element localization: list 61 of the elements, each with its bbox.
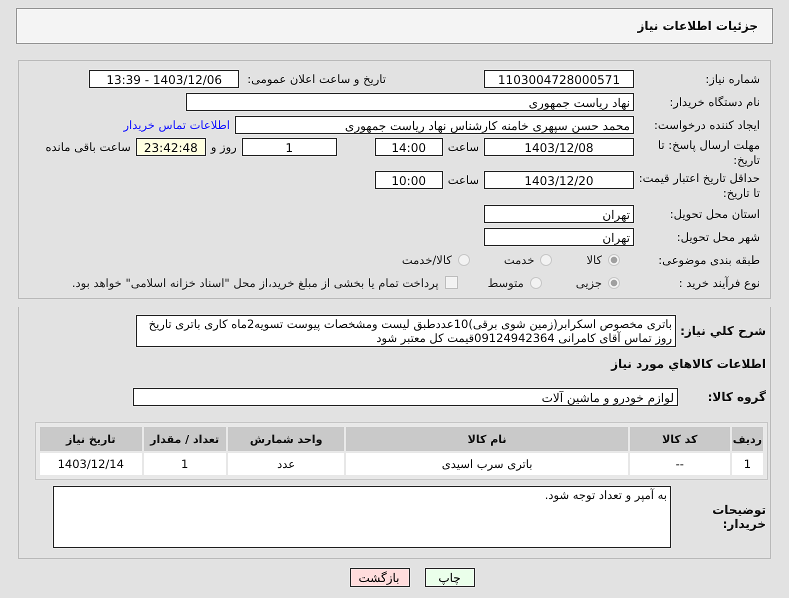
table-cell: 1	[144, 453, 226, 475]
validity-date-field: 1403/12/20	[484, 171, 634, 189]
column-header: کد کالا	[630, 427, 730, 451]
column-header: واحد شمارش	[228, 427, 344, 451]
buyer-org-field: نهاد ریاست جمهوری	[186, 92, 634, 110]
city-field: تهران	[484, 228, 634, 246]
checkbox-label: پرداخت تمام یا بخشی از مبلغ خرید،از محل "اسناد خزانه اسلامی" خواهد بود.	[72, 276, 439, 290]
radio-button[interactable]	[530, 276, 542, 288]
table-cell: 1403/12/14	[40, 453, 142, 475]
section-heading: اطلاعات کالاهاي مورد نياز	[610, 356, 767, 371]
field-label: ایجاد کننده درخواست:	[653, 118, 761, 132]
deadline-date-field: 1403/12/08	[484, 138, 634, 156]
table-cell: باتری سرب اسیدی	[346, 453, 628, 475]
table-cell: عدد	[228, 453, 344, 475]
field-label: طبقه بندی موضوعی:	[657, 252, 761, 266]
radio-label: کالا/خدمت	[402, 252, 452, 266]
page-title: جزئیات اطلاعات نیاز	[637, 19, 758, 33]
column-header: ردیف	[732, 427, 763, 451]
deadline-time-field: 14:00	[374, 138, 443, 156]
field-label: مهلت ارسال پاسخ: تا تاریخ:	[656, 138, 761, 168]
back-button[interactable]: بازگشت	[350, 568, 410, 587]
radio-button[interactable]	[608, 254, 620, 266]
buyer-contact-link[interactable]: اطلاعات تماس خریدار	[123, 118, 230, 132]
buyer-notes-field: به آمپر و تعداد توجه شود.	[53, 486, 671, 548]
checkbox[interactable]	[444, 276, 458, 289]
days-field: 1	[242, 138, 337, 156]
radio-label: کالا	[586, 252, 602, 266]
radio-button[interactable]	[608, 276, 620, 288]
radio-label: جزیی	[576, 276, 602, 290]
radio-label: خدمت	[504, 252, 534, 266]
validity-time-field: 10:00	[374, 171, 443, 189]
field-label: شماره نیاز:	[704, 72, 761, 86]
field-label: نام دستگاه خریدار:	[668, 94, 761, 108]
time-label: ساعت	[446, 172, 480, 189]
time-label: ساعت	[446, 139, 480, 156]
field-label: استان محل تحویل:	[668, 206, 761, 220]
days-label: روز و	[209, 139, 238, 156]
field-label: شهر محل تحویل:	[676, 230, 761, 244]
field-label: توضیحات خریدار:	[711, 503, 767, 531]
field-label: شرح کلي نياز:	[679, 324, 767, 338]
table-cell: --	[630, 453, 730, 475]
column-header: تاریخ نیاز	[40, 427, 142, 451]
province-field: تهران	[484, 204, 634, 222]
requester-field: محمد حسن سپهری خامنه کارشناس نهاد ریاست جمهوری	[235, 116, 634, 134]
remaining-label: ساعت باقی مانده	[44, 139, 132, 156]
goods-group-field: لوازم خودرو و ماشین آلات	[133, 388, 678, 406]
radio-label: متوسط	[488, 276, 524, 290]
column-header: نام کالا	[346, 427, 628, 451]
field-label: گروه کالا:	[706, 390, 767, 404]
table-cell: 1	[732, 453, 763, 475]
field-label: حداقل تاریخ اعتبار قیمت: تا تاریخ:	[638, 171, 761, 201]
announce-date-field: 1403/12/06 - 13:39	[89, 70, 240, 88]
radio-button[interactable]	[540, 254, 552, 266]
radio-button[interactable]	[458, 254, 470, 266]
need-number-field: 1103004728000571	[484, 70, 634, 88]
field-label: تاریخ و ساعت اعلان عمومی:	[247, 72, 386, 86]
remaining-time-field: 23:42:48	[136, 138, 206, 156]
column-header: تعداد / مقدار	[144, 427, 226, 451]
field-label: نوع فرآیند خرید :	[678, 276, 761, 290]
description-field: باتری مخصوص اسکرابر(زمین شوی برقی)10عددطبق لیست ومشخصات پیوست تسویه2ماه کاری باتری تاریخ روز تماس آقای کامرانی 09124942364قیمت کل معتبر شود	[136, 315, 676, 347]
print-button[interactable]: چاپ	[424, 568, 474, 587]
